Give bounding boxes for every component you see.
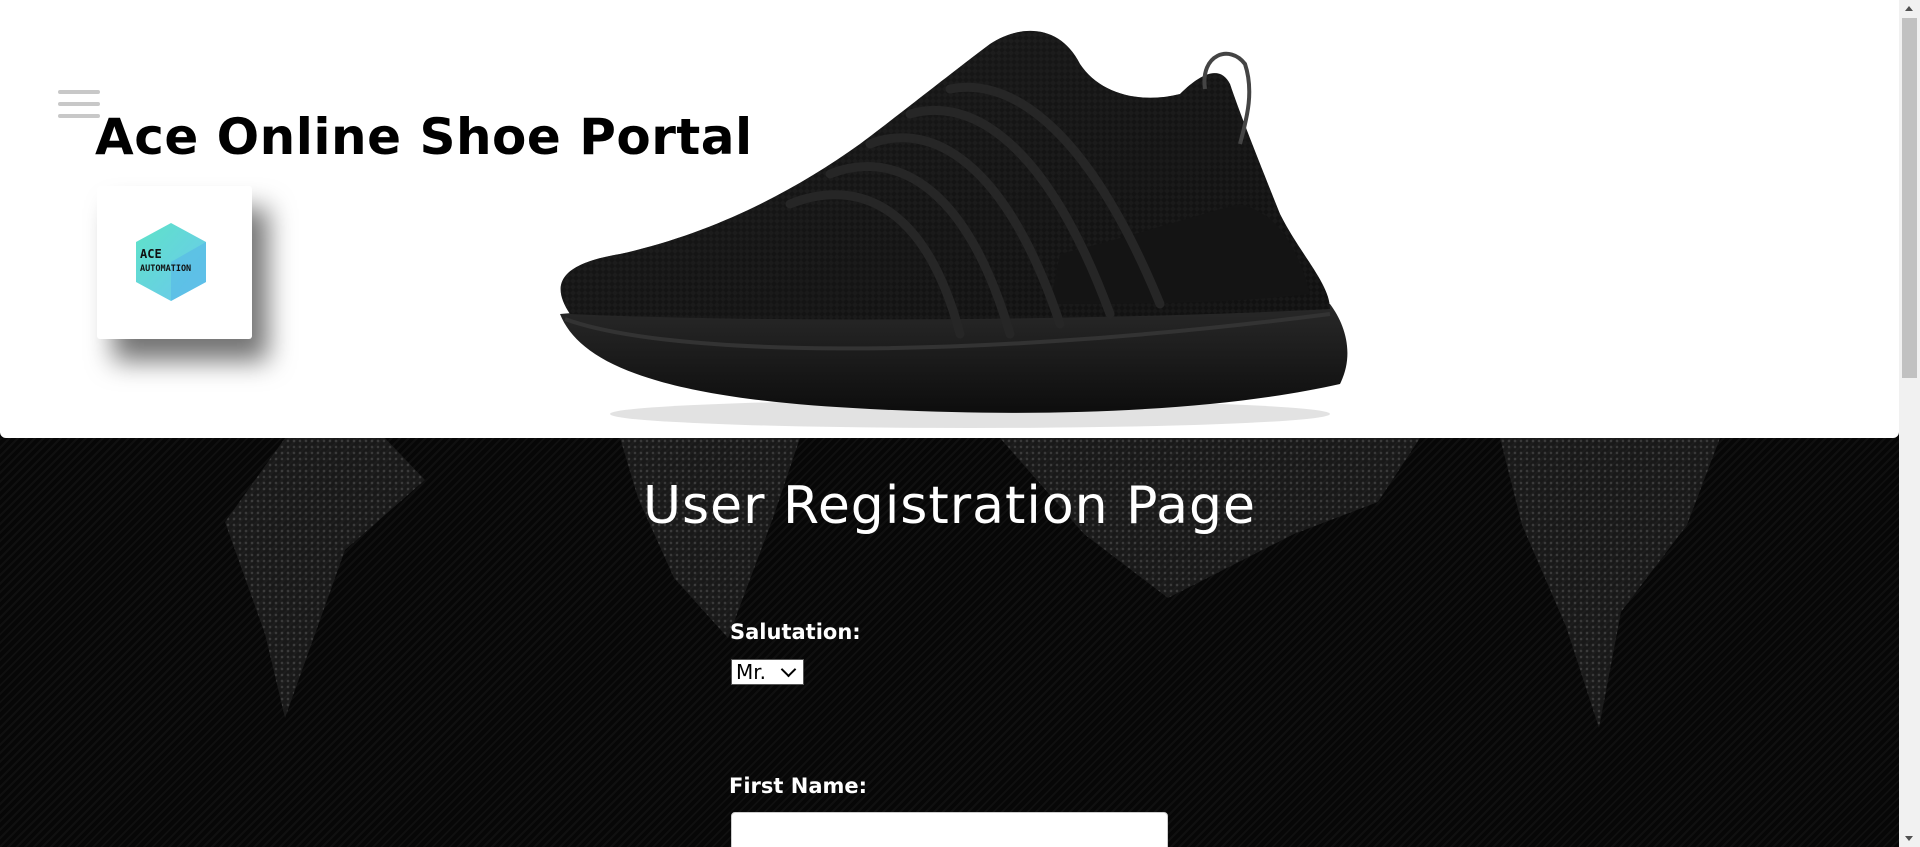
logo-text-ace: ACE xyxy=(140,247,162,261)
hamburger-bar xyxy=(58,90,100,94)
hamburger-bar xyxy=(58,102,100,106)
hamburger-menu-button[interactable] xyxy=(58,90,100,122)
salutation-selected-value: Mr. xyxy=(736,660,766,684)
chevron-down-icon xyxy=(780,661,797,677)
shoe-banner-image xyxy=(560,30,1348,428)
salutation-label: Salutation: xyxy=(730,620,861,644)
logo-text-automation: AUTOMATION xyxy=(140,264,191,274)
hamburger-bar xyxy=(58,114,100,118)
first-name-label: First Name: xyxy=(729,774,868,798)
page: Ace Online Shoe Portal ACE AUTOMATION Us… xyxy=(0,0,1920,847)
registration-section: User Registration Page Salutation: Mr. F… xyxy=(0,438,1899,847)
ace-automation-logo: ACE AUTOMATION xyxy=(136,223,206,301)
salutation-select[interactable]: Mr. xyxy=(731,659,804,685)
logo-card[interactable]: ACE AUTOMATION xyxy=(97,186,252,339)
site-header: Ace Online Shoe Portal ACE AUTOMATION xyxy=(0,0,1899,438)
page-title: User Registration Page xyxy=(642,476,1257,536)
scroll-up-arrow-icon[interactable] xyxy=(1899,0,1920,17)
scroll-thumb[interactable] xyxy=(1902,18,1917,378)
viewport: Ace Online Shoe Portal ACE AUTOMATION Us… xyxy=(0,0,1899,847)
scroll-down-arrow-icon[interactable] xyxy=(1899,830,1920,847)
vertical-scrollbar[interactable] xyxy=(1899,0,1920,847)
first-name-input[interactable] xyxy=(731,812,1168,847)
